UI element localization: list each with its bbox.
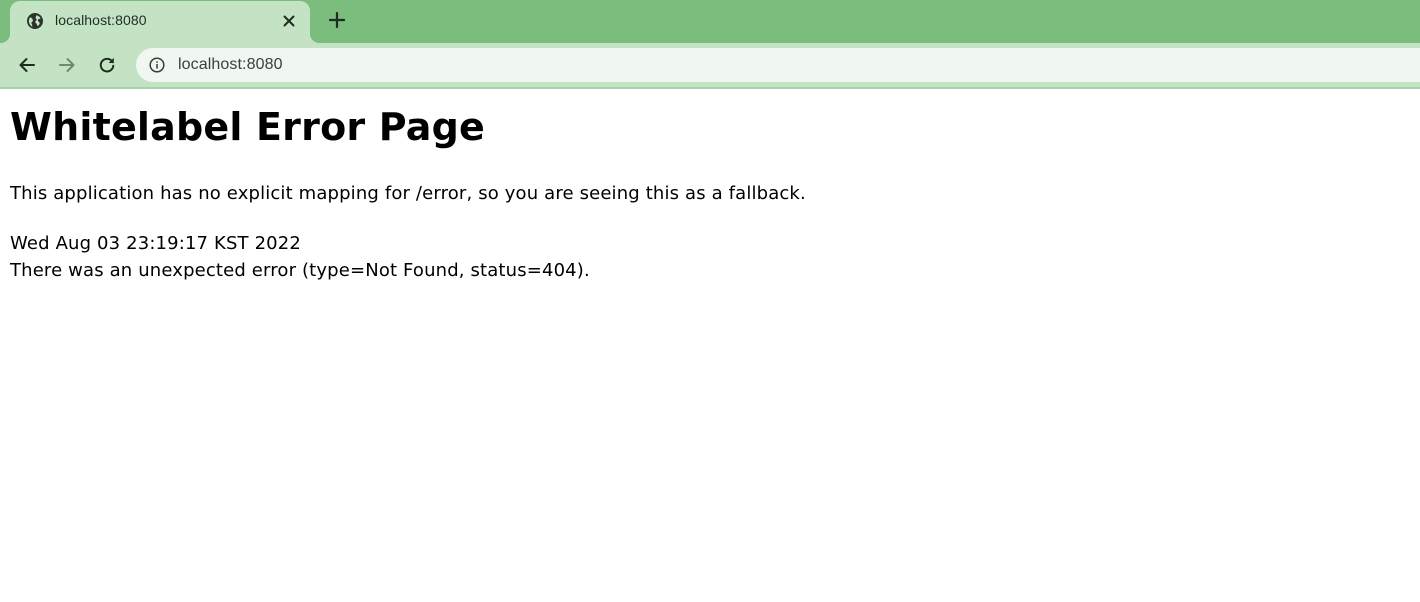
- new-tab-button[interactable]: [326, 9, 348, 31]
- address-bar[interactable]: localhost:8080: [136, 48, 1420, 82]
- url-text[interactable]: localhost:8080: [178, 56, 283, 74]
- error-details: Wed Aug 03 23:19:17 KST 2022 There was a…: [10, 230, 590, 284]
- tab-title: localhost:8080: [55, 12, 147, 28]
- back-button[interactable]: [15, 53, 39, 77]
- tab-strip: localhost:8080: [0, 0, 1420, 43]
- active-tab[interactable]: localhost:8080: [0, 1, 320, 43]
- page-content: Whitelabel Error Page This application h…: [0, 89, 1420, 602]
- error-status-line: There was an unexpected error (type=Not …: [10, 260, 590, 281]
- info-icon[interactable]: [148, 56, 166, 74]
- arrow-left-icon: [18, 56, 36, 74]
- page-title: Whitelabel Error Page: [10, 105, 485, 149]
- forward-button[interactable]: [55, 53, 79, 77]
- error-timestamp: Wed Aug 03 23:19:17 KST 2022: [10, 233, 301, 254]
- browser-window: localhost:8080 localhost:8080 Whitelabel…: [0, 0, 1420, 602]
- close-icon[interactable]: [280, 12, 298, 30]
- reload-button[interactable]: [95, 53, 119, 77]
- plus-icon: [329, 12, 345, 28]
- arrow-right-icon: [58, 56, 76, 74]
- error-message: This application has no explicit mapping…: [10, 183, 806, 204]
- toolbar: localhost:8080: [0, 43, 1420, 87]
- reload-icon: [98, 56, 116, 74]
- globe-icon: [26, 12, 44, 30]
